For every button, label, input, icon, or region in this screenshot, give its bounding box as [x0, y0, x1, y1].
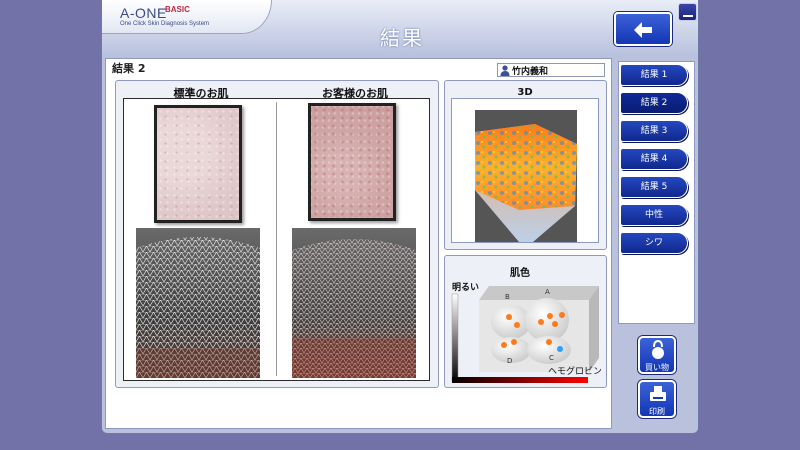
logo-badge: BASIC: [165, 5, 190, 14]
group-label-c: C: [549, 354, 554, 362]
standard-skin-mesh: [136, 228, 260, 378]
tab-neutral[interactable]: 中性: [620, 204, 688, 226]
point-d1: [501, 342, 507, 348]
tab-result-3[interactable]: 結果 3: [620, 120, 688, 142]
hemoglobin-scale-bar: [452, 377, 588, 383]
print-button[interactable]: 印刷: [638, 380, 676, 418]
group-label-a: A: [545, 288, 550, 296]
customer-skin-photo: [308, 103, 396, 221]
point-c1: [546, 339, 552, 345]
minimize-button[interactable]: [678, 3, 697, 21]
back-button[interactable]: [614, 12, 672, 46]
person-icon: [500, 65, 510, 76]
standard-skin-photo: [154, 105, 242, 223]
minimize-icon: [683, 15, 693, 17]
app-logo: A-ONE BASIC One Click Skin Diagnosis Sys…: [102, 0, 272, 34]
group-label-d: D: [507, 357, 512, 365]
shopping-button[interactable]: 買い物: [638, 336, 676, 374]
group-label-b: B: [505, 293, 510, 301]
title-bar: A-ONE BASIC One Click Skin Diagnosis Sys…: [102, 0, 698, 58]
customer-skin-mesh: [292, 228, 416, 378]
skin-color-chart: B A D C 明るい ヘモグロビン: [451, 282, 601, 383]
logo-text: A-ONE: [120, 5, 167, 21]
tab-result-5[interactable]: 結果 5: [620, 176, 688, 198]
point-b1: [506, 314, 512, 320]
column-divider: [276, 102, 277, 376]
logo-subtitle: One Click Skin Diagnosis System: [120, 21, 210, 27]
page-title: 結果: [380, 26, 424, 50]
point-b2: [514, 322, 520, 328]
skin-3d-surface-plot: [475, 110, 577, 242]
point-a1: [538, 319, 544, 325]
brightness-axis-label: 明るい: [452, 282, 479, 293]
hemoglobin-axis-label: ヘモグロビン: [548, 365, 601, 377]
customer-skin-title: お客様のお肌: [322, 87, 388, 100]
shopping-bag-icon: [652, 340, 664, 359]
arrow-left-icon: [634, 22, 652, 38]
tab-result-4[interactable]: 結果 4: [620, 148, 688, 170]
point-a3: [552, 321, 558, 327]
tab-result-2[interactable]: 結果 2: [620, 92, 688, 114]
point-a4: [559, 312, 565, 318]
point-d2: [511, 339, 517, 345]
point-c2: [557, 346, 563, 352]
tab-result-1[interactable]: 結果 1: [620, 64, 688, 86]
tab-wrinkle[interactable]: シワ: [620, 232, 688, 254]
print-label: 印刷: [649, 407, 665, 416]
user-name-box: 竹内義和: [497, 63, 605, 77]
point-a2: [547, 313, 553, 319]
skin-color-title: 肌色: [510, 268, 530, 279]
user-name: 竹内義和: [512, 67, 549, 77]
printer-icon: [650, 386, 666, 401]
view-3d-title: 3D: [517, 87, 533, 98]
brightness-scale-bar: [451, 293, 459, 383]
shopping-label: 買い物: [645, 363, 669, 372]
standard-skin-title: 標準のお肌: [173, 87, 229, 100]
result-label: 結果 2: [112, 62, 146, 75]
